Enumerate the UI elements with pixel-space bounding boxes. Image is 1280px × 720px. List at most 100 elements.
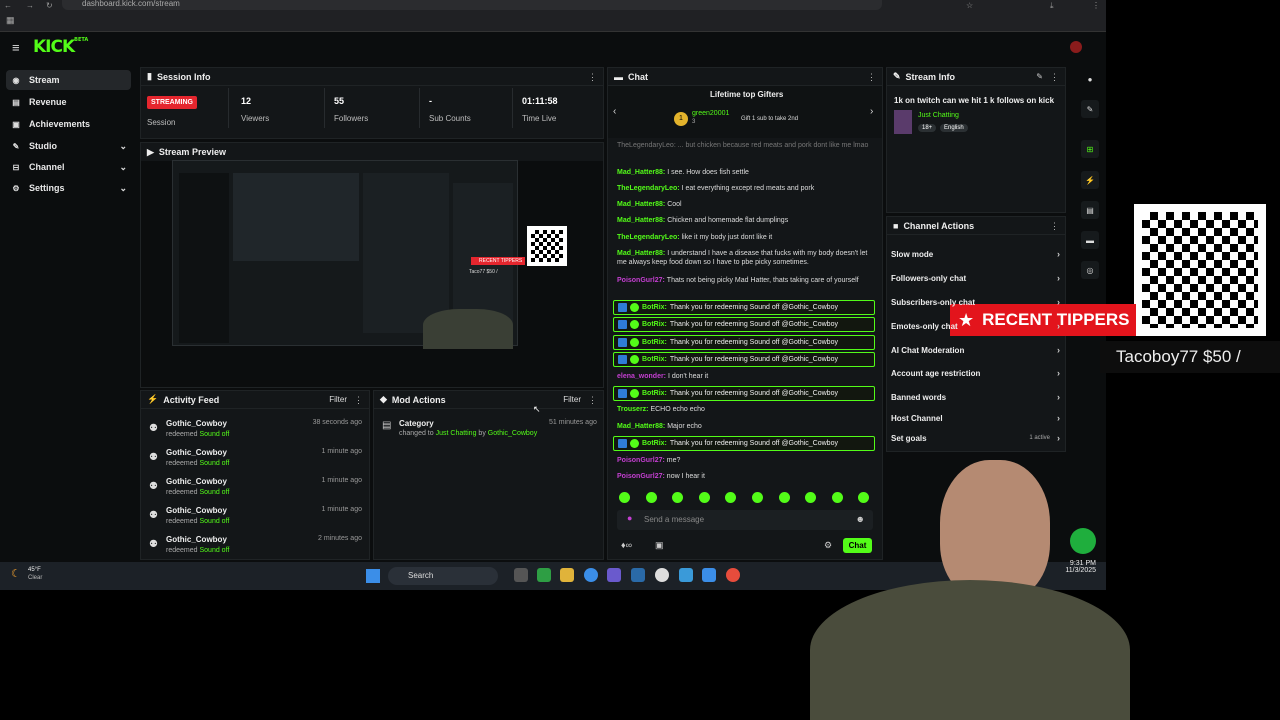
sidebar-item-channel[interactable]: ⊟ Channel ⌄ bbox=[6, 157, 131, 177]
activity-user[interactable]: Gothic_Cowboy bbox=[166, 477, 227, 486]
folder-icon[interactable] bbox=[560, 568, 574, 582]
stream-preview-video[interactable]: RECENT TIPPERS Taco77 $50 / bbox=[172, 160, 525, 349]
obs-icon[interactable] bbox=[655, 568, 669, 582]
star-icon[interactable]: ☆ bbox=[966, 1, 973, 10]
chat-username[interactable]: BotRix: bbox=[642, 304, 667, 311]
top-gifter-name[interactable]: green20001 bbox=[692, 110, 729, 117]
download-icon[interactable]: ⤓ bbox=[1050, 1, 1054, 11]
chat-username[interactable]: TheLegendaryLeo: bbox=[617, 185, 682, 192]
back-icon[interactable]: ← bbox=[4, 1, 12, 10]
chat-username[interactable]: Mad_Hatter88: bbox=[617, 250, 667, 257]
filter-button[interactable]: Filter bbox=[563, 395, 581, 404]
gift-icon[interactable]: ▣ bbox=[655, 540, 664, 551]
chat-username[interactable]: BotRix: bbox=[642, 356, 667, 363]
activity-user[interactable]: Gothic_Cowboy bbox=[166, 419, 227, 428]
activity-row[interactable]: ⚉ Gothic_Cowboy redeemed Sound off 1 minute… bbox=[146, 477, 366, 503]
gift-hint[interactable]: Gift 1 sub to take 2nd bbox=[741, 116, 798, 122]
taskbar-search[interactable]: Search bbox=[388, 567, 498, 585]
activity-user[interactable]: Gothic_Cowboy bbox=[166, 535, 227, 544]
shield-icon[interactable]: ⊞ bbox=[1081, 140, 1099, 158]
emote-icon[interactable] bbox=[698, 492, 710, 503]
activity-row[interactable]: ⚉ Gothic_Cowboy redeemed Sound off 2 minute… bbox=[146, 535, 366, 561]
chat-username[interactable]: Mad_Hatter88: bbox=[617, 169, 667, 176]
chat-username[interactable]: Mad_Hatter88: bbox=[617, 217, 667, 224]
chat-username[interactable]: PoisonGurl27: bbox=[617, 457, 667, 464]
more-icon[interactable]: ⋮ bbox=[354, 395, 363, 406]
kick-logo[interactable]: KICKBETA bbox=[33, 37, 88, 57]
stream-category[interactable]: Just Chatting bbox=[918, 112, 959, 119]
more-icon[interactable]: ⋮ bbox=[1050, 72, 1059, 83]
activity-user[interactable]: Gothic_Cowboy bbox=[166, 506, 227, 515]
channel-action-emotes-only-chat[interactable]: Emotes-only chat › bbox=[891, 318, 1066, 334]
sidebar-item-studio[interactable]: ✎ Studio ⌄ bbox=[6, 136, 131, 156]
channel-action-subscribers-only-chat[interactable]: Subscribers-only chat › bbox=[891, 294, 1066, 310]
discord-icon[interactable] bbox=[607, 568, 621, 582]
more-icon[interactable]: ⋮ bbox=[1050, 221, 1059, 232]
infinity-icon[interactable]: ♦∞ bbox=[621, 540, 632, 550]
chevron-right-icon[interactable]: › bbox=[870, 106, 873, 117]
xbox-icon[interactable] bbox=[537, 568, 551, 582]
edit-icon[interactable]: ✎ bbox=[1036, 72, 1043, 81]
pencil-icon[interactable]: ✎ bbox=[1081, 100, 1099, 118]
sidebar-item-revenue[interactable]: ▤ Revenue bbox=[6, 92, 131, 112]
info-icon[interactable]: ● bbox=[1081, 70, 1099, 88]
chat-username[interactable]: Trouserz: bbox=[617, 406, 650, 413]
activity-row[interactable]: ⚉ Gothic_Cowboy redeemed Sound off 38 secon… bbox=[146, 419, 366, 445]
chat-username[interactable]: BotRix: bbox=[642, 321, 667, 328]
more-icon[interactable]: ⋮ bbox=[588, 72, 597, 83]
sidebar-item-achievements[interactable]: ▣ Achievements bbox=[6, 114, 131, 134]
bot-badge-icon bbox=[618, 320, 627, 329]
channel-action-ai-chat-moderation[interactable]: AI Chat Moderation › bbox=[891, 342, 1066, 358]
chevron-down-icon: ⌄ bbox=[119, 182, 127, 193]
avatar[interactable] bbox=[1070, 41, 1082, 53]
chat-icon[interactable]: ▬ bbox=[1081, 231, 1099, 249]
chat-username[interactable]: PoisonGurl27: bbox=[617, 277, 667, 284]
chevron-right-icon: › bbox=[1057, 433, 1060, 443]
chat-username[interactable]: PoisonGurl27: bbox=[617, 473, 667, 480]
more-icon[interactable]: ⋮ bbox=[867, 72, 876, 83]
activity-row[interactable]: ⚉ Gothic_Cowboy redeemed Sound off 1 minute… bbox=[146, 448, 366, 474]
apps-icon[interactable]: ▦ bbox=[6, 15, 15, 26]
chat-username[interactable]: BotRix: bbox=[642, 339, 667, 346]
app-icon[interactable] bbox=[679, 568, 693, 582]
steam-icon[interactable] bbox=[631, 568, 645, 582]
channel-action-banned-words[interactable]: Banned words › bbox=[891, 389, 1066, 405]
chat-username[interactable]: Mad_Hatter88: bbox=[617, 201, 667, 208]
channel-action-account-age-restriction[interactable]: Account age restriction › bbox=[891, 365, 1066, 381]
emote-icon[interactable] bbox=[778, 492, 790, 503]
photos-icon[interactable] bbox=[702, 568, 716, 582]
activity-row[interactable]: ⚉ Gothic_Cowboy redeemed Sound off 1 minute… bbox=[146, 506, 366, 532]
emote-icon[interactable] bbox=[619, 492, 630, 503]
channel-action-followers-only-chat[interactable]: Followers-only chat › bbox=[891, 270, 1066, 286]
emote-icon[interactable] bbox=[752, 492, 763, 503]
address-bar[interactable]: dashboard.kick.com/stream bbox=[62, 0, 882, 10]
channel-action-slow-mode[interactable]: Slow mode › bbox=[891, 246, 1066, 262]
start-icon[interactable] bbox=[366, 569, 380, 583]
document-icon[interactable]: ▤ bbox=[1081, 201, 1099, 219]
chevron-left-icon[interactable]: ‹ bbox=[613, 106, 616, 117]
chat-username[interactable]: BotRix: bbox=[642, 440, 667, 447]
sidebar-item-stream[interactable]: ◉ Stream bbox=[6, 70, 131, 90]
emote-icon[interactable] bbox=[645, 492, 657, 503]
reload-icon[interactable]: ↻ bbox=[46, 1, 53, 10]
broadcast-icon[interactable]: ◎ bbox=[1081, 261, 1099, 279]
channel-action-host-channel[interactable]: Host Channel › bbox=[891, 410, 1066, 426]
activity-verb: redeemed bbox=[166, 489, 198, 496]
activity-user[interactable]: Gothic_Cowboy bbox=[166, 448, 227, 457]
bolt-icon[interactable]: ⚡ bbox=[1081, 171, 1099, 189]
record-icon[interactable] bbox=[726, 568, 740, 582]
forward-icon[interactable]: → bbox=[26, 1, 34, 10]
menu-icon[interactable]: ⋮ bbox=[1092, 1, 1100, 10]
filter-button[interactable]: Filter bbox=[329, 395, 347, 404]
chrome-icon[interactable] bbox=[584, 568, 598, 582]
sidebar-item-settings[interactable]: ⚙ Settings ⌄ bbox=[6, 178, 131, 198]
chat-username[interactable]: BotRix: bbox=[642, 390, 667, 397]
hamburger-icon[interactable]: ≡ bbox=[12, 40, 20, 55]
chat-username[interactable]: Mad_Hatter88: bbox=[617, 423, 667, 430]
taskview-icon[interactable] bbox=[514, 568, 528, 582]
more-icon[interactable]: ⋮ bbox=[588, 395, 597, 406]
chat-username[interactable]: TheLegendaryLeo: bbox=[617, 234, 682, 241]
chat-username[interactable]: elena_wonder: bbox=[617, 373, 668, 380]
emote-icon[interactable] bbox=[831, 492, 843, 503]
channel-action-set-goals[interactable]: Set goals 1 active › bbox=[891, 430, 1066, 446]
